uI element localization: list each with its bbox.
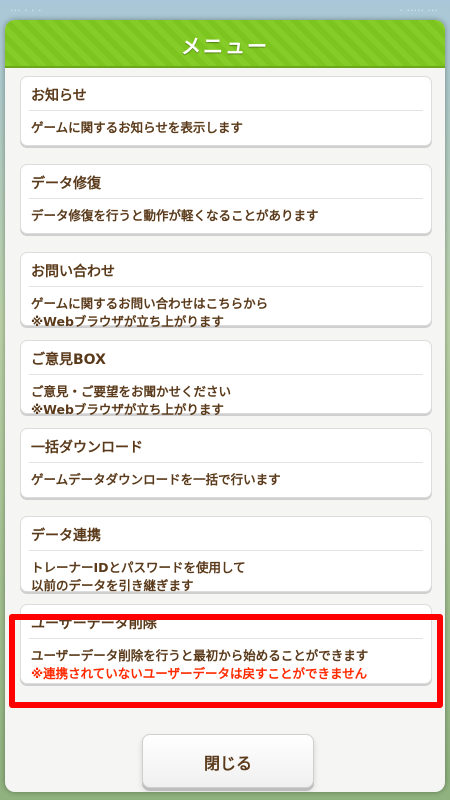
menu-header: メニュー: [5, 20, 445, 68]
desc-line-1: ゲームに関するお知らせを表示します: [31, 120, 243, 135]
menu-item-bulk-download[interactable]: 一括ダウンロード ゲームデータダウンロードを一括で行います: [20, 428, 432, 498]
menu-item-title: お問い合わせ: [31, 264, 115, 280]
divider: [29, 374, 423, 375]
menu-title: メニュー: [181, 34, 269, 58]
desc-line-1: ご意見・ご要望をお聞かせください: [31, 384, 232, 399]
menu-item-data-repair[interactable]: データ修復 データ修復を行うと動作が軽くなることがあります: [20, 164, 432, 234]
menu-item-desc: ご意見・ご要望をお聞かせください ※Webブラウザが立ち上がります: [31, 383, 423, 419]
menu-item-desc: ゲームデータダウンロードを一括で行います: [31, 471, 423, 489]
close-button-label: 閉じる: [203, 754, 252, 773]
menu-item-title: 一括ダウンロード: [31, 440, 143, 456]
desc-line-1: データ修復を行うと動作が軽くなることがあります: [31, 208, 319, 223]
menu-item-notices[interactable]: お知らせ ゲームに関するお知らせを表示します: [20, 76, 432, 146]
status-right: · ····· ···: [399, 4, 438, 17]
menu-item-title: データ連携: [31, 528, 101, 544]
desc-line-1: トレーナーIDとパスワードを使用して: [31, 560, 246, 575]
desc-line-2: ※Webブラウザが立ち上がります: [31, 314, 224, 329]
status-left: ··· · · ·: [10, 4, 42, 17]
divider: [29, 110, 423, 111]
menu-item-desc: ゲームに関するお知らせを表示します: [31, 119, 423, 137]
menu-item-feedback-box[interactable]: ご意見BOX ご意見・ご要望をお聞かせください ※Webブラウザが立ち上がります: [20, 340, 432, 417]
menu-item-title: ご意見BOX: [31, 352, 106, 368]
menu-item-title: お知らせ: [31, 88, 87, 104]
desc-line-1: ゲームに関するお問い合わせはこちらから: [31, 296, 269, 311]
desc-line-2: 以前のデータを引き継ぎます: [31, 578, 194, 593]
menu-panel: メニュー お知らせ ゲームに関するお知らせを表示します データ修復 データ修復を…: [5, 20, 445, 792]
divider: [29, 462, 423, 463]
menu-item-desc: データ修復を行うと動作が軽くなることがあります: [31, 207, 423, 225]
desc-line-2: ※Webブラウザが立ち上がります: [31, 402, 224, 417]
highlight-box: [9, 614, 443, 708]
menu-item-desc: ゲームに関するお問い合わせはこちらから ※Webブラウザが立ち上がります: [31, 295, 423, 331]
desc-line-1: ゲームデータダウンロードを一括で行います: [31, 472, 281, 487]
menu-item-contact[interactable]: お問い合わせ ゲームに関するお問い合わせはこちらから ※Webブラウザが立ち上が…: [20, 252, 432, 329]
menu-item-desc: トレーナーIDとパスワードを使用して 以前のデータを引き継ぎます: [31, 559, 423, 595]
menu-item-title: データ修復: [31, 176, 101, 192]
divider: [29, 286, 423, 287]
divider: [29, 550, 423, 551]
status-bar: ··· · · · · ····· ···: [0, 0, 450, 22]
close-button[interactable]: 閉じる: [142, 734, 314, 788]
divider: [29, 198, 423, 199]
menu-item-data-link[interactable]: データ連携 トレーナーIDとパスワードを使用して 以前のデータを引き継ぎます: [20, 516, 432, 595]
